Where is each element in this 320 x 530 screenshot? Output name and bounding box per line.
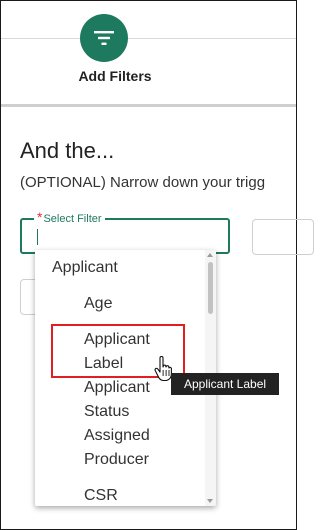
scroll-down-arrow-icon[interactable]: [207, 499, 213, 503]
secondary-field[interactable]: [252, 219, 314, 255]
scrollbar-thumb[interactable]: [208, 262, 213, 314]
dropdown-item-csr[interactable]: CSR: [84, 484, 118, 506]
add-filters-label[interactable]: Add Filters: [60, 68, 170, 84]
dropdown-item-assigned-producer[interactable]: Assigned Producer: [84, 424, 150, 472]
dropdown-item-applicant-status[interactable]: Applicant Status: [84, 376, 150, 424]
text-caret: [37, 229, 38, 245]
dropdown-item-age[interactable]: Age: [84, 292, 112, 316]
filter-icon: [94, 31, 114, 45]
page-heading: And the...: [20, 138, 115, 163]
top-toolbar: [1, 1, 296, 104]
section-separator: [1, 104, 296, 107]
dropdown-item-label-line2: Producer: [84, 451, 149, 468]
select-filter-label: *Select Filter: [34, 210, 105, 226]
dropdown-item-label-line1: Assigned: [84, 427, 150, 444]
required-mark: *: [37, 209, 43, 225]
scroll-up-arrow-icon[interactable]: [207, 253, 213, 257]
dropdown-item-label-line1: Applicant: [84, 379, 150, 396]
dropdown-group-applicant: Applicant: [52, 259, 118, 276]
dropdown-item-label: Age: [84, 295, 113, 312]
toolbar-divider: [1, 38, 296, 39]
dropdown-item-label-line2: Status: [84, 403, 130, 420]
add-filters-button[interactable]: [80, 14, 128, 62]
select-filter-label-text: Select Filter: [43, 213, 102, 225]
tooltip: Applicant Label: [171, 373, 279, 395]
dropdown-item-label: CSR: [84, 487, 118, 504]
page-subtext: (OPTIONAL) Narrow down your trigg: [20, 174, 266, 191]
